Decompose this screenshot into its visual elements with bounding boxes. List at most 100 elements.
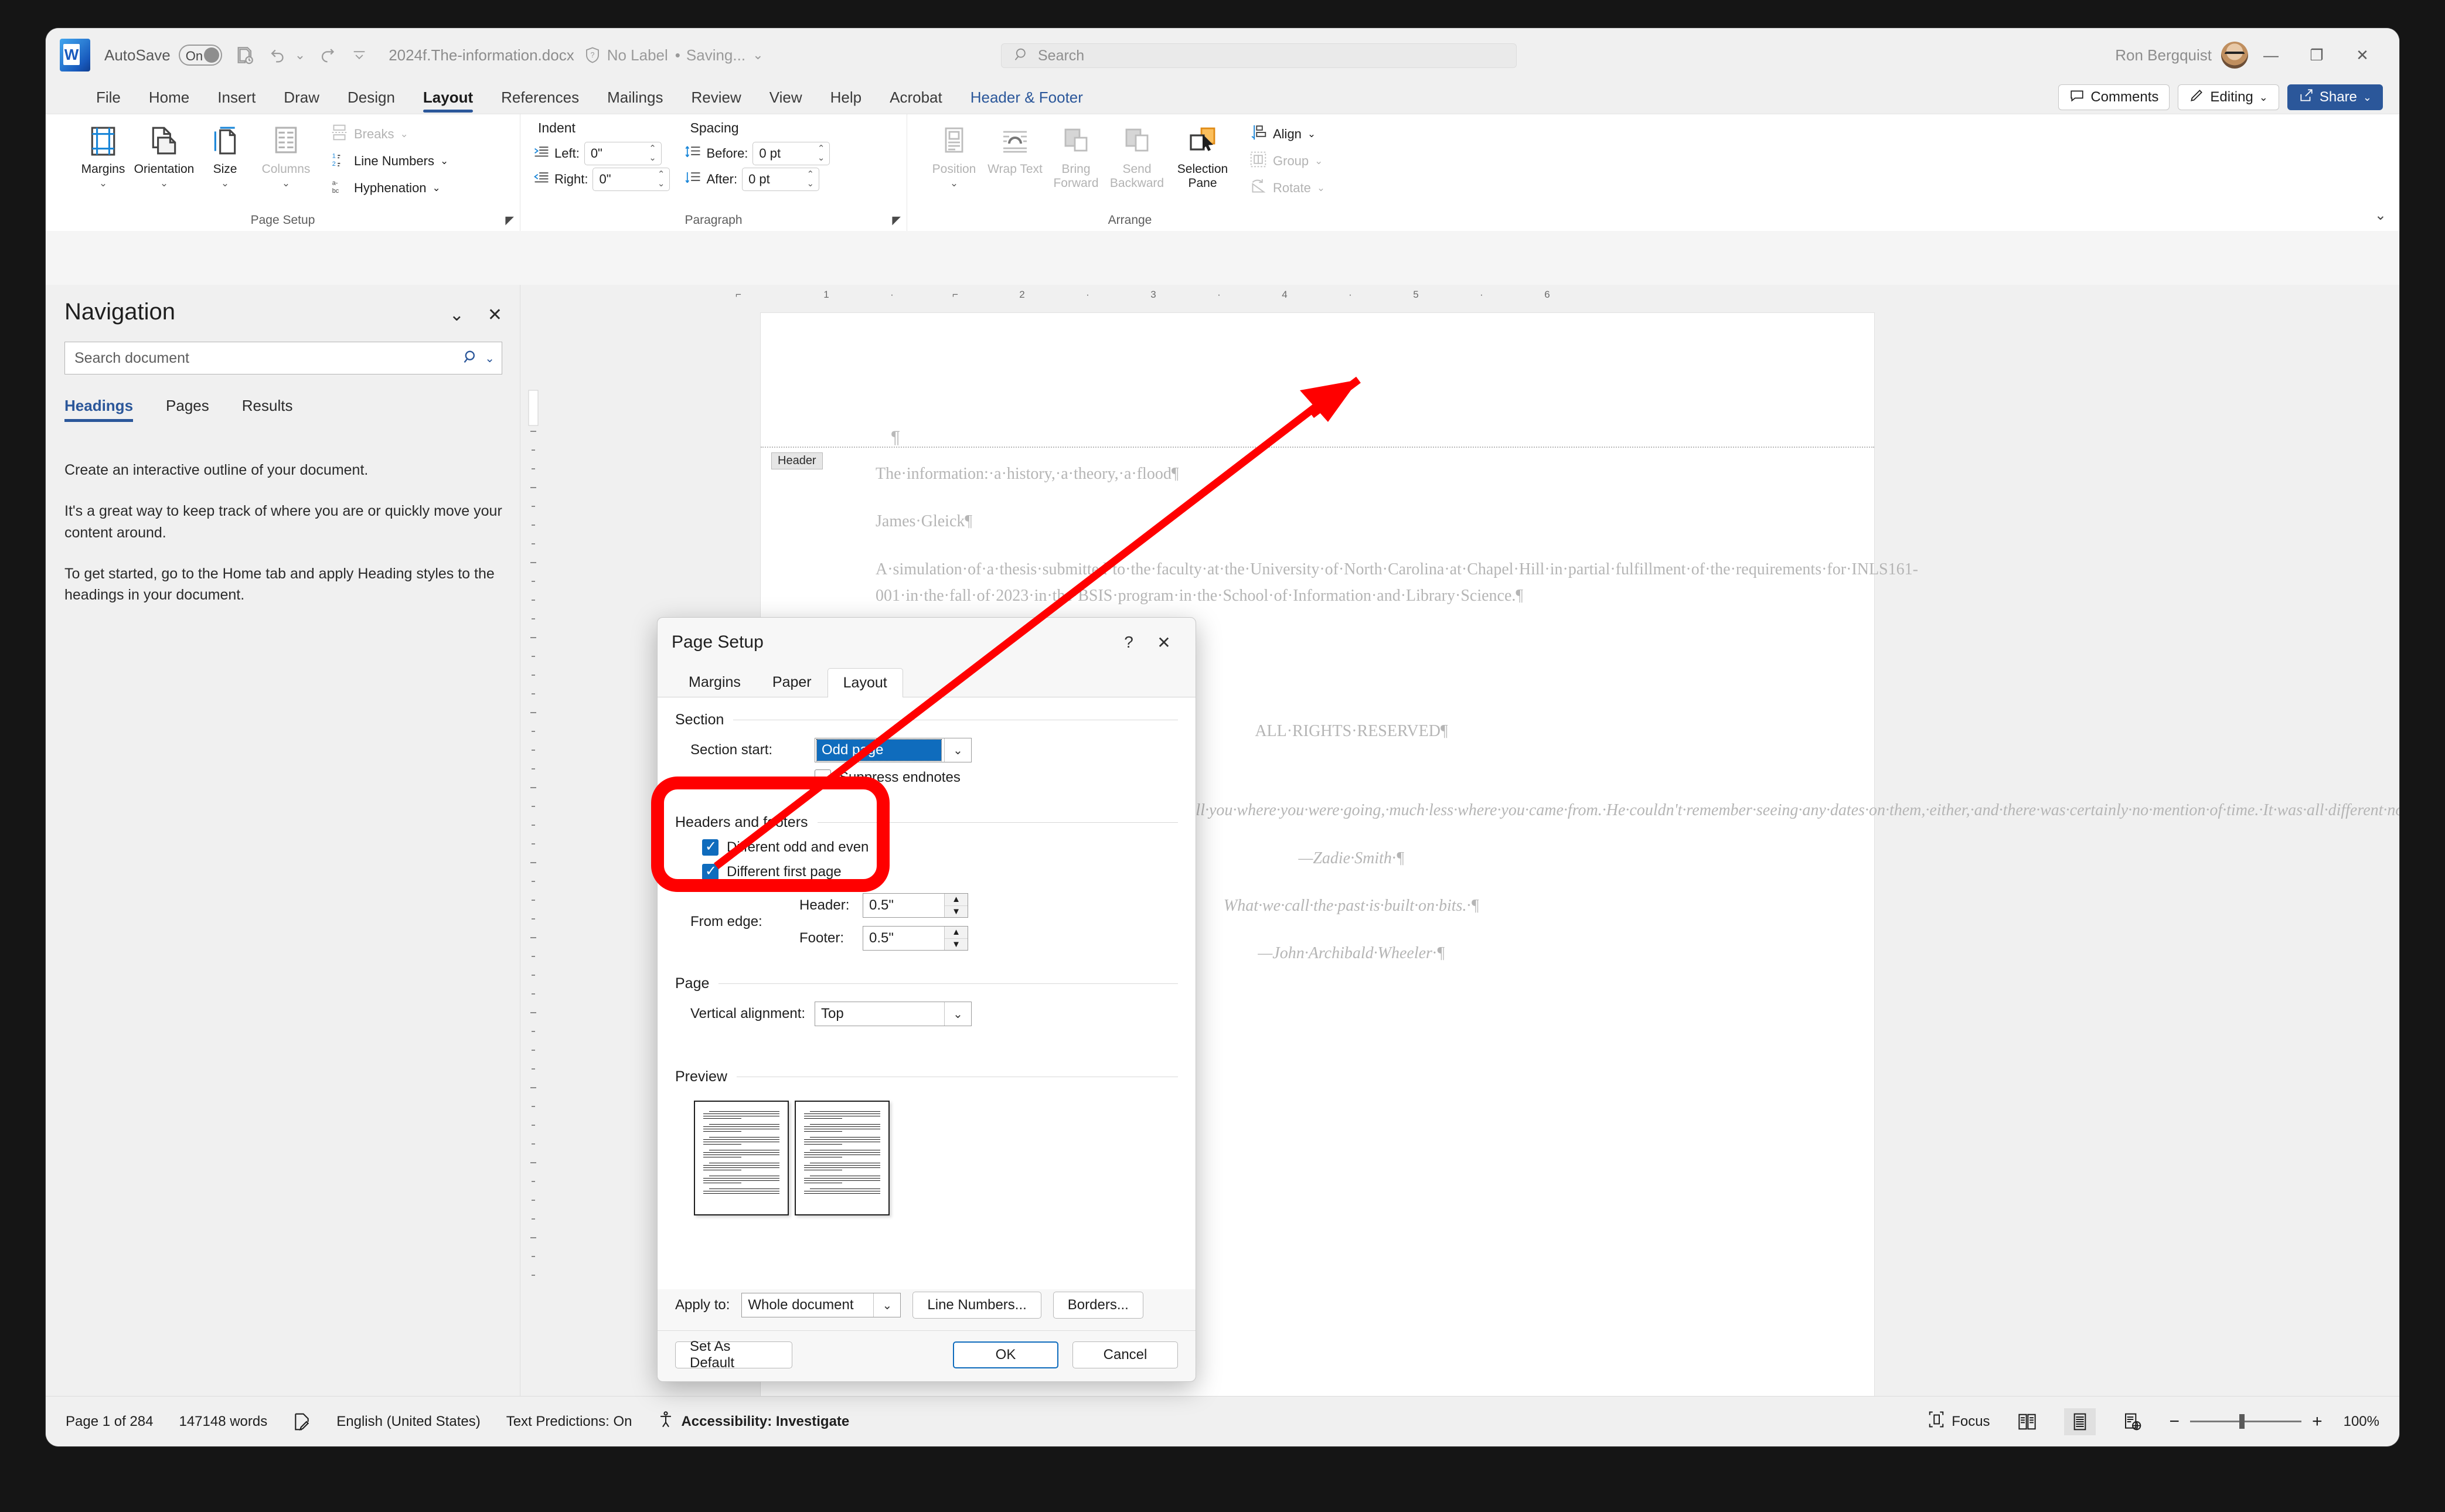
margins-button[interactable]: Margins ⌄ xyxy=(73,119,134,200)
zoom-handle[interactable] xyxy=(2239,1414,2245,1429)
read-mode-button[interactable] xyxy=(2011,1408,2043,1435)
hyphenation-button[interactable]: a- bc Hyphenation ⌄ xyxy=(325,176,454,200)
proofing-icon[interactable] xyxy=(293,1412,311,1431)
spacing-after-spinner[interactable]: ⌃ ⌄ xyxy=(806,170,814,189)
page-setup-dialog[interactable]: Page Setup ? ✕ Margins Paper Layout Sect… xyxy=(657,617,1196,1382)
rotate-chevron-icon[interactable]: ⌄ xyxy=(1317,182,1325,194)
word-count[interactable]: 147148 words xyxy=(179,1414,267,1430)
apply-to-chevron-icon[interactable]: ⌄ xyxy=(873,1293,901,1317)
zoom-track[interactable] xyxy=(2190,1414,2302,1429)
undo-dropdown-icon[interactable]: ⌄ xyxy=(295,47,305,63)
borders-dialog-button[interactable]: Borders... xyxy=(1053,1292,1143,1319)
ribbon-tab-file[interactable]: File xyxy=(82,88,135,114)
web-layout-button[interactable] xyxy=(2117,1408,2148,1435)
redo-icon[interactable] xyxy=(318,45,338,65)
editing-button[interactable]: Editing ⌄ xyxy=(2178,84,2279,110)
ribbon-tab-mailings[interactable]: Mailings xyxy=(593,88,677,114)
columns-chevron-icon[interactable]: ⌄ xyxy=(282,178,290,189)
bring-forward-button[interactable]: Bring Forward xyxy=(1046,119,1106,200)
line-numbers-dialog-button[interactable]: Line Numbers... xyxy=(912,1292,1041,1319)
align-button[interactable]: Align ⌄ xyxy=(1244,122,1331,146)
section-start-select[interactable]: Odd page ⌄ xyxy=(815,738,972,762)
doc-menu-chevron-icon[interactable]: ⌄ xyxy=(752,47,763,63)
restore-button[interactable]: ❐ xyxy=(2294,28,2340,82)
sensitivity-label[interactable]: No Label xyxy=(607,46,668,64)
horizontal-ruler[interactable]: ⌐ 1 ⌐ · 2 · 3 · 4 · 5 · 6 xyxy=(545,285,2399,304)
avatar[interactable] xyxy=(2221,42,2248,69)
navigation-tab-results[interactable]: Results xyxy=(242,397,293,422)
ribbon-tab-insert[interactable]: Insert xyxy=(203,88,270,114)
set-as-default-button[interactable]: Set As Default xyxy=(675,1339,792,1371)
zoom-in-button[interactable]: + xyxy=(2312,1412,2323,1432)
footer-distance-input[interactable]: 0.5" ▲ ▼ xyxy=(863,926,968,951)
navigation-search-options-icon[interactable]: ⌄ xyxy=(485,351,495,366)
search-bar[interactable]: Search xyxy=(1001,43,1517,68)
different-first-page-checkbox[interactable] xyxy=(702,863,718,880)
breaks-chevron-icon[interactable]: ⌄ xyxy=(400,128,408,140)
vertical-ruler[interactable] xyxy=(520,285,545,1396)
group-chevron-icon[interactable]: ⌄ xyxy=(1315,155,1323,167)
ribbon-tab-acrobat[interactable]: Acrobat xyxy=(876,88,956,114)
spacing-after-input[interactable]: 0 pt ⌃ ⌄ xyxy=(742,168,820,191)
size-button[interactable]: Size ⌄ xyxy=(195,119,256,200)
page-setup-dialog-launcher[interactable]: ◤ xyxy=(505,214,514,227)
zoom-out-button[interactable]: − xyxy=(2170,1412,2180,1432)
collapse-ribbon-icon[interactable]: ⌄ xyxy=(2375,207,2386,224)
text-predictions[interactable]: Text Predictions: On xyxy=(506,1414,632,1430)
sensitivity-shield-icon[interactable]: ? xyxy=(584,46,601,64)
indent-right-spinner[interactable]: ⌃ ⌄ xyxy=(658,170,665,189)
spacing-before-spinner[interactable]: ⌃ ⌄ xyxy=(818,144,825,163)
ribbon-tab-draw[interactable]: Draw xyxy=(270,88,333,114)
user-name[interactable]: Ron Bergquist xyxy=(2115,46,2212,64)
quick-access-more-icon[interactable] xyxy=(351,47,367,63)
indent-left-spinner[interactable]: ⌃ ⌄ xyxy=(649,144,656,163)
ribbon-tab-references[interactable]: References xyxy=(487,88,593,114)
navigation-search-box[interactable]: Search document ⌄ xyxy=(64,342,502,374)
selection-pane-button[interactable]: Selection Pane xyxy=(1167,119,1238,200)
navigation-collapse-icon[interactable]: ⌄ xyxy=(450,305,464,325)
suppress-endnotes-checkbox[interactable] xyxy=(815,769,831,786)
spacing-before-input[interactable]: 0 pt ⌃ ⌄ xyxy=(752,142,830,165)
share-button[interactable]: Share ⌄ xyxy=(2287,84,2383,110)
dialog-tab-layout[interactable]: Layout xyxy=(827,668,903,697)
line-numbers-button[interactable]: 1 2 Line Numbers ⌄ xyxy=(325,149,454,173)
header-tag[interactable]: Header xyxy=(771,452,823,469)
zoom-slider[interactable]: − + xyxy=(2170,1412,2323,1432)
close-button[interactable]: ✕ xyxy=(2340,28,2385,82)
group-button[interactable]: Group ⌄ xyxy=(1244,149,1331,173)
paragraph-dialog-launcher[interactable]: ◤ xyxy=(892,214,901,227)
header-distance-input[interactable]: 0.5" ▲ ▼ xyxy=(863,893,968,918)
dialog-tab-paper[interactable]: Paper xyxy=(757,668,828,697)
ribbon-tab-header-and-footer[interactable]: Header & Footer xyxy=(956,88,1097,114)
accessibility-status[interactable]: Accessibility: Investigate xyxy=(658,1410,849,1433)
size-chevron-icon[interactable]: ⌄ xyxy=(221,178,229,189)
ribbon-tab-layout[interactable]: Layout xyxy=(409,88,487,114)
apply-to-select[interactable]: Whole document ⌄ xyxy=(741,1293,901,1317)
different-odd-even-checkbox[interactable] xyxy=(702,838,718,856)
navigation-tab-pages[interactable]: Pages xyxy=(166,397,209,422)
margins-chevron-icon[interactable]: ⌄ xyxy=(99,178,107,189)
ribbon-tab-review[interactable]: Review xyxy=(677,88,755,114)
section-start-chevron-icon[interactable]: ⌄ xyxy=(944,738,971,762)
page-info[interactable]: Page 1 of 284 xyxy=(66,1414,153,1430)
ribbon-tab-home[interactable]: Home xyxy=(135,88,203,114)
cancel-button[interactable]: Cancel xyxy=(1072,1341,1178,1368)
vertical-alignment-chevron-icon[interactable]: ⌄ xyxy=(944,1002,971,1026)
autosave-toggle[interactable]: On xyxy=(178,45,222,66)
indent-right-input[interactable]: 0" ⌃ ⌄ xyxy=(592,168,670,191)
document-name[interactable]: 2024f.The-information.docx xyxy=(389,46,574,64)
navigation-tab-headings[interactable]: Headings xyxy=(64,397,134,422)
hyphenation-chevron-icon[interactable]: ⌄ xyxy=(433,182,441,194)
dialog-help-icon[interactable]: ? xyxy=(1111,633,1146,652)
search-input[interactable]: Search xyxy=(1038,47,1084,64)
position-chevron-icon[interactable]: ⌄ xyxy=(950,178,958,189)
comments-button[interactable]: Comments xyxy=(2058,84,2170,110)
ribbon-tab-help[interactable]: Help xyxy=(816,88,876,114)
ok-button[interactable]: OK xyxy=(953,1341,1058,1368)
undo-icon[interactable] xyxy=(268,45,288,65)
dialog-close-icon[interactable]: ✕ xyxy=(1146,633,1181,652)
print-layout-button[interactable] xyxy=(2063,1408,2096,1435)
send-backward-button[interactable]: Send Backward xyxy=(1106,119,1167,200)
vertical-alignment-select[interactable]: Top ⌄ xyxy=(815,1002,972,1026)
navigation-close-icon[interactable]: ✕ xyxy=(488,305,502,325)
